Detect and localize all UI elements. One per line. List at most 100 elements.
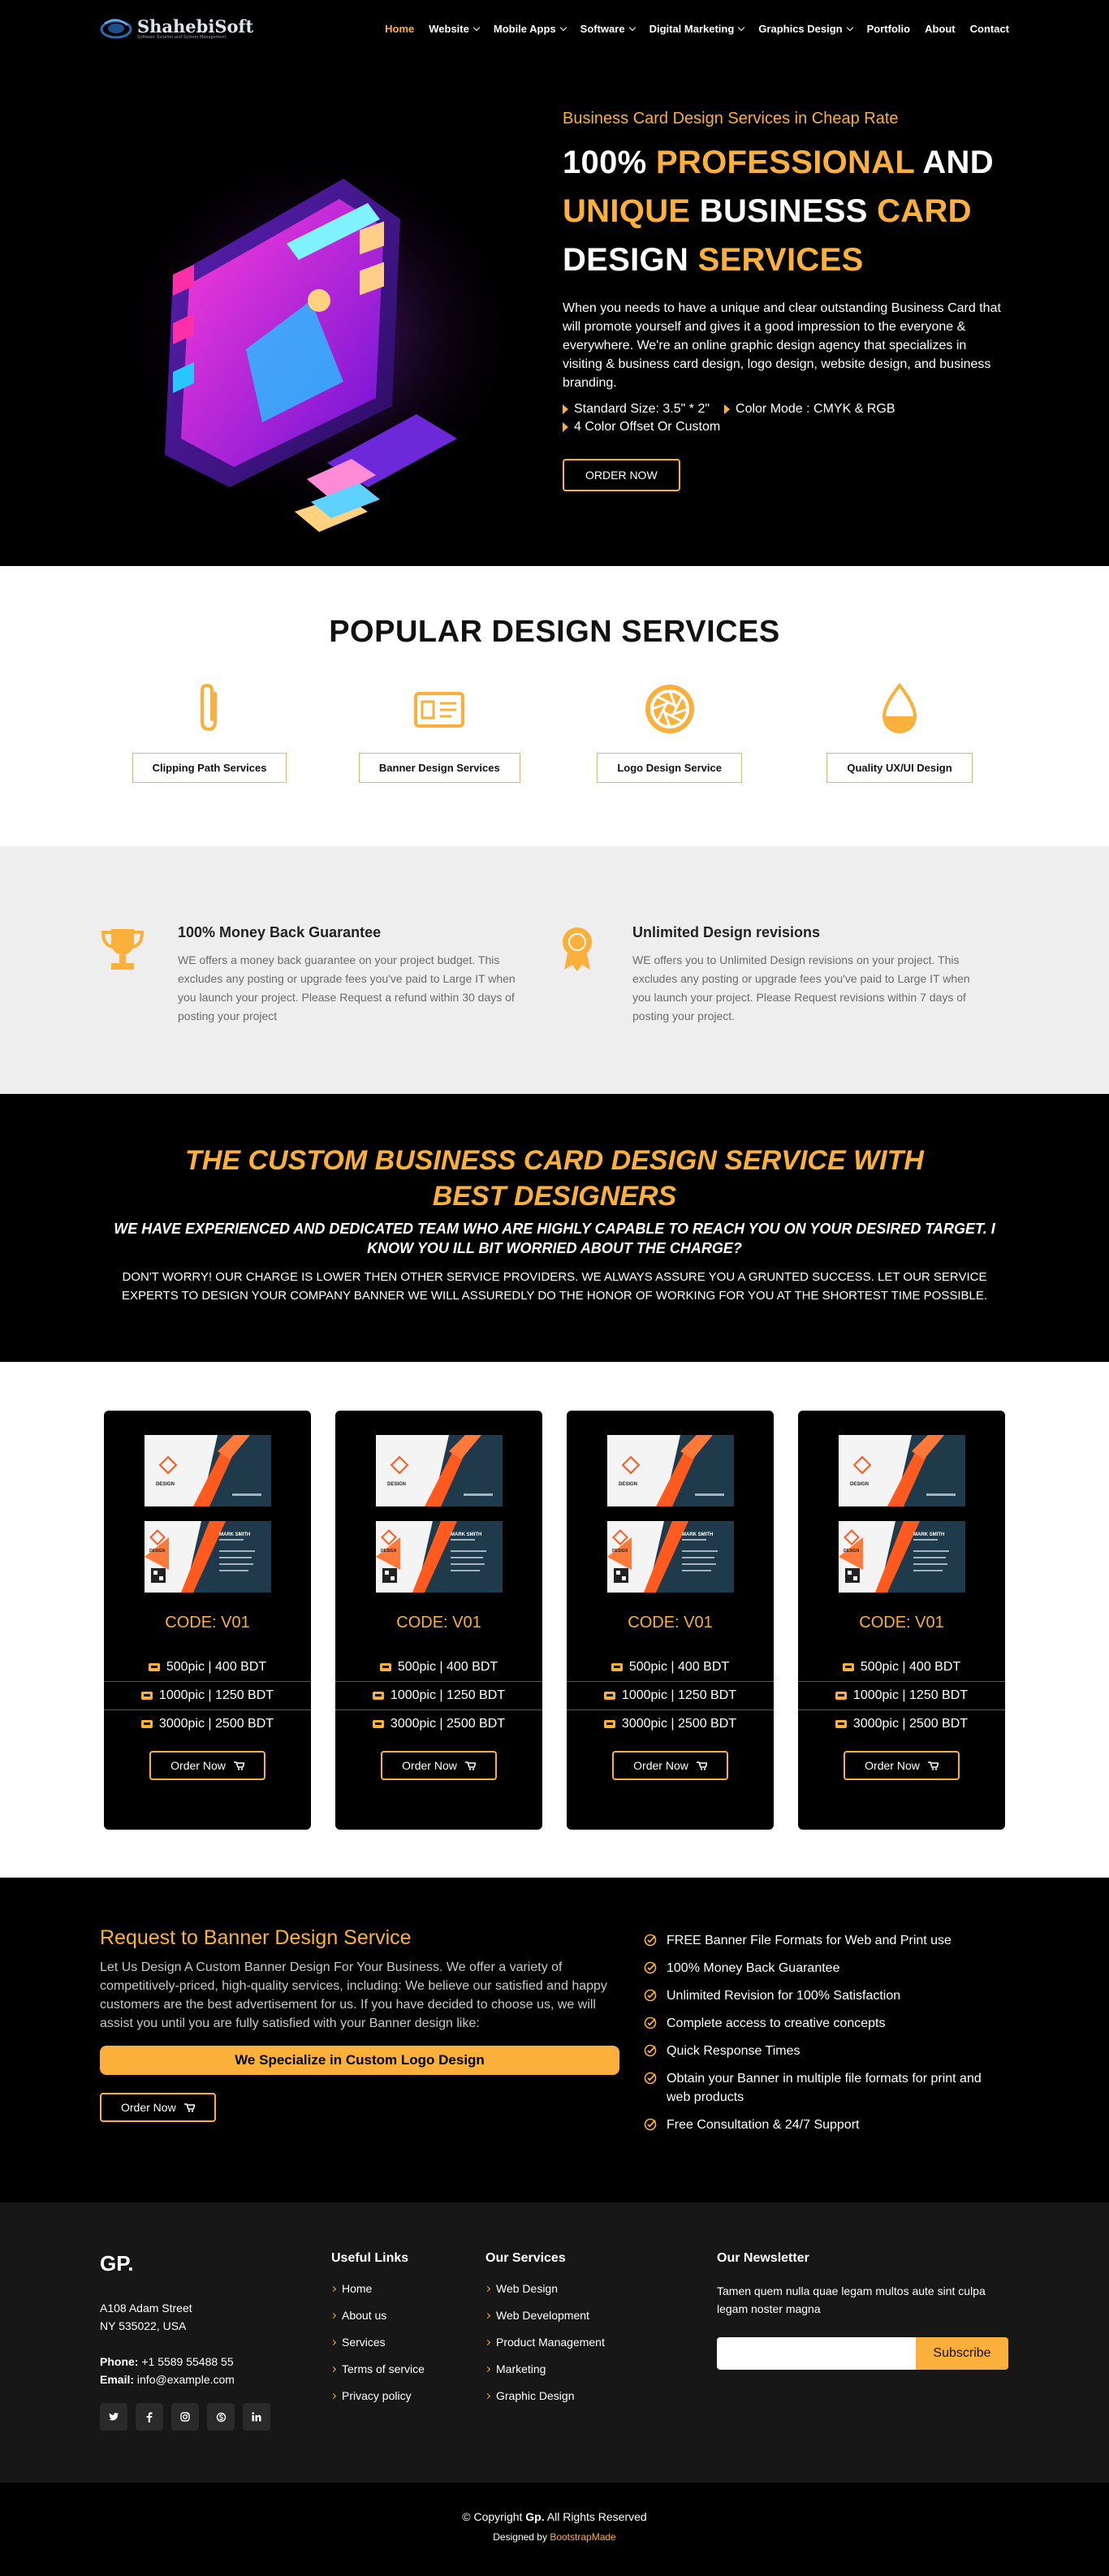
footer-link-web-development[interactable]: Web Development bbox=[484, 2309, 717, 2322]
nav-item-mobile-apps[interactable]: Mobile Apps bbox=[494, 23, 567, 35]
business-card-back-mockup: DESIGN MARK SMITH bbox=[375, 1521, 503, 1593]
custom-subtitle: WE HAVE EXPERIENCED AND DEDICATED TEAM W… bbox=[114, 1221, 995, 1256]
nav-item-software[interactable]: Software bbox=[580, 23, 636, 35]
svg-text:DESIGN: DESIGN bbox=[850, 1482, 869, 1487]
custom-text: DON'T WORRY! OUR CHARGE IS LOWER THEN OT… bbox=[121, 1270, 988, 1303]
chevron-right-icon bbox=[330, 2312, 337, 2319]
pricing-tier: 500pic | 400 BDT bbox=[335, 1653, 542, 1681]
facebook-icon[interactable] bbox=[136, 2403, 163, 2431]
footer-link-marketing[interactable]: Marketing bbox=[484, 2362, 717, 2375]
service-clipping-path-button[interactable]: Clipping Path Services bbox=[132, 753, 287, 783]
footer-link-product-management[interactable]: Product Management bbox=[484, 2336, 717, 2349]
service-banner-design-button[interactable]: Banner Design Services bbox=[358, 753, 520, 783]
nav-item-home[interactable]: Home bbox=[385, 23, 414, 35]
footer-link-home[interactable]: Home bbox=[330, 2282, 485, 2295]
nav-item-website[interactable]: Website bbox=[429, 23, 481, 35]
service-logo-design-button[interactable]: Logo Design Service bbox=[597, 753, 742, 783]
cart-icon bbox=[233, 1761, 244, 1770]
business-card-front-mockup: DESIGN bbox=[606, 1435, 734, 1506]
pricing-tier: 3000pic | 2500 BDT bbox=[798, 1709, 1005, 1738]
svg-text:DESIGN: DESIGN bbox=[612, 1549, 628, 1554]
footer-link-terms-of-service[interactable]: Terms of service bbox=[330, 2362, 485, 2375]
nav-item-contact[interactable]: Contact bbox=[970, 23, 1009, 35]
cart-icon bbox=[927, 1761, 939, 1770]
order-now-button[interactable]: Order Now bbox=[612, 1751, 728, 1780]
business-card-front-mockup: DESIGN bbox=[144, 1435, 271, 1506]
check-circle-icon bbox=[644, 1989, 657, 2002]
custom-business-card-section: THE CUSTOM BUSINESS CARD DESIGN SERVICE … bbox=[0, 1094, 1109, 1362]
newsletter-email-input[interactable] bbox=[717, 2337, 916, 2370]
ticket-icon bbox=[140, 1692, 153, 1700]
footer-link-privacy-policy[interactable]: Privacy policy bbox=[330, 2389, 485, 2402]
ticket-icon bbox=[835, 1692, 847, 1700]
check-circle-icon bbox=[644, 1934, 657, 1947]
designed-by-link[interactable]: BootstrapMade bbox=[550, 2531, 615, 2543]
newsletter-text: Tamen quem nulla quae legam multos aute … bbox=[717, 2284, 986, 2315]
footer-link-about-us[interactable]: About us bbox=[330, 2309, 485, 2322]
business-card-back-mockup: DESIGN MARK SMITH bbox=[144, 1521, 271, 1593]
pricing-tier: 1000pic | 1250 BDT bbox=[104, 1681, 311, 1709]
ticket-icon bbox=[603, 1692, 615, 1700]
copyright-bar: © Copyright Gp. All Rights Reserved Desi… bbox=[0, 2483, 1109, 2576]
triangle-bullet-icon bbox=[563, 422, 568, 432]
brand-logo[interactable]: ShahebiSoft Software Solution and System… bbox=[100, 17, 253, 40]
order-now-button[interactable]: Order Now bbox=[149, 1751, 265, 1780]
award-badge-icon bbox=[563, 927, 592, 971]
cart-icon bbox=[464, 1761, 476, 1770]
nav-item-graphics-design[interactable]: Graphics Design bbox=[758, 23, 853, 35]
request-order-now-button[interactable]: Order Now bbox=[100, 2093, 216, 2122]
popular-services-section: POPULAR DESIGN SERVICES Clipping Path Se… bbox=[0, 566, 1109, 846]
chevron-right-icon bbox=[484, 2339, 491, 2345]
service-ux-ui-button[interactable]: Quality UX/UI Design bbox=[826, 753, 973, 783]
skype-icon[interactable] bbox=[207, 2403, 235, 2431]
ticket-icon bbox=[842, 1663, 854, 1671]
order-now-button[interactable]: Order Now bbox=[844, 1751, 960, 1780]
chevron-down-icon bbox=[846, 24, 853, 31]
pricing-tier: 3000pic | 2500 BDT bbox=[104, 1709, 311, 1738]
id-card-icon bbox=[414, 692, 465, 728]
chevron-right-icon bbox=[484, 2366, 491, 2372]
main-navigation: Home Website Mobile Apps Software Digital Ma… bbox=[385, 23, 1009, 35]
hero-order-now-button[interactable]: ORDER NOW bbox=[563, 459, 680, 491]
check-circle-icon bbox=[644, 2016, 657, 2029]
footer-link-graphic-design[interactable]: Graphic Design bbox=[484, 2389, 717, 2402]
spec-item: Color Mode : CMYK & RGB bbox=[724, 402, 895, 417]
footer-link-web-design[interactable]: Web Design bbox=[484, 2282, 717, 2295]
svg-text:DESIGN: DESIGN bbox=[387, 1482, 406, 1487]
svg-text:MARK SMITH: MARK SMITH bbox=[913, 1532, 944, 1537]
nav-item-about[interactable]: About bbox=[925, 23, 956, 35]
hero-spec-list: Standard Size: 3.5" * 2" Color Mode : CM… bbox=[563, 402, 1009, 434]
business-card-front-mockup: DESIGN bbox=[838, 1435, 965, 1506]
site-header: ShahebiSoft Software Solution and System… bbox=[0, 0, 1109, 57]
footer-address-line: A108 Adam Street bbox=[100, 2302, 192, 2315]
pricing-tier: 1000pic | 1250 BDT bbox=[798, 1681, 1005, 1709]
instagram-icon[interactable] bbox=[171, 2403, 199, 2431]
svg-text:DESIGN: DESIGN bbox=[844, 1549, 860, 1554]
linkedin-icon[interactable] bbox=[243, 2403, 270, 2431]
hero-illustration bbox=[100, 57, 563, 566]
site-footer: GP. A108 Adam Street NY 535022, USA Phon… bbox=[0, 2202, 1109, 2483]
newsletter-form: Subscribe bbox=[717, 2337, 1009, 2370]
nav-item-digital-marketing[interactable]: Digital Marketing bbox=[649, 23, 745, 35]
pricing-section: DESIGN DESIGN MARK SMITH CODE: V01 500pic | … bbox=[0, 1362, 1109, 1878]
hero-title: 100% PROFESSIONAL AND UNIQUE BUSINESS CA… bbox=[563, 145, 994, 278]
nav-item-portfolio[interactable]: Portfolio bbox=[867, 23, 910, 35]
footer-link-services[interactable]: Services bbox=[330, 2336, 485, 2349]
chevron-down-icon bbox=[738, 24, 745, 31]
footer-address-line: NY 535022, USA bbox=[100, 2319, 187, 2332]
request-section: Request to Banner Design Service Let Us … bbox=[0, 1878, 1109, 2202]
footer-email: Email: info@example.com bbox=[100, 2373, 235, 2386]
svg-text:MARK SMITH: MARK SMITH bbox=[219, 1532, 250, 1537]
subscribe-button[interactable]: Subscribe bbox=[916, 2337, 1008, 2370]
ticket-icon bbox=[140, 1720, 153, 1728]
check-circle-icon bbox=[644, 2072, 657, 2085]
order-now-button[interactable]: Order Now bbox=[381, 1751, 497, 1780]
feature-item: Quick Response Times bbox=[644, 2042, 985, 2060]
cart-icon bbox=[696, 1761, 707, 1770]
chevron-right-icon bbox=[330, 2285, 337, 2292]
aperture-icon bbox=[645, 685, 694, 733]
pricing-tier: 500pic | 400 BDT bbox=[798, 1653, 1005, 1681]
specialize-banner: We Specialize in Custom Logo Design bbox=[100, 2046, 619, 2075]
twitter-icon[interactable] bbox=[100, 2403, 127, 2431]
guarantee-revisions: Unlimited Design revisions WE offers you… bbox=[554, 924, 1009, 1026]
